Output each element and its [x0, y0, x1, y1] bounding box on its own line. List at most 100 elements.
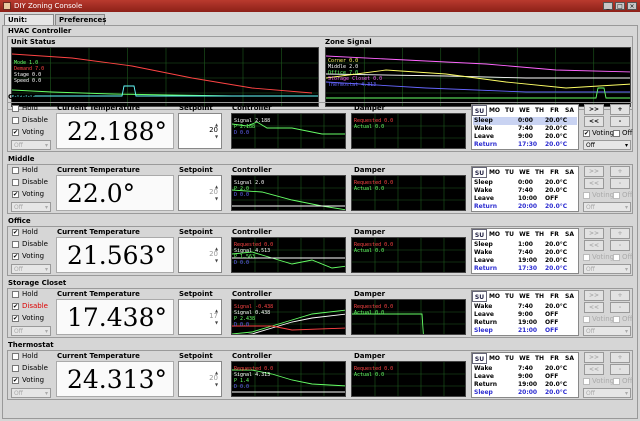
minus-button[interactable]: - — [610, 302, 630, 313]
spinner-up-icon[interactable]: ▲ — [215, 370, 220, 375]
day-tab-su[interactable]: SU — [472, 167, 487, 178]
plus-button[interactable]: + — [610, 352, 630, 363]
day-tab-fr[interactable]: FR — [547, 353, 562, 364]
schedule-row[interactable]: Sleep 1:00 20.0°C — [473, 241, 577, 249]
day-tab-su[interactable]: SU — [472, 229, 487, 240]
schedule-row[interactable]: Sleep 0:00 20.0°C — [473, 117, 577, 125]
minus-button[interactable]: - — [610, 240, 630, 251]
day-tab-th[interactable]: TH — [532, 353, 547, 364]
plus-button[interactable]: + — [610, 228, 630, 239]
schedule-row[interactable]: Wake 7:40 20.0°C — [473, 125, 577, 133]
day-tab-mo[interactable]: MO — [487, 105, 502, 116]
spinner-down-icon[interactable]: ▼ — [215, 382, 220, 387]
setpoint-spinner[interactable]: 20 ▲ ▼ — [178, 175, 222, 211]
plus-button[interactable]: + — [610, 166, 630, 177]
spinner-down-icon[interactable]: ▼ — [215, 134, 220, 139]
day-tab-mo[interactable]: MO — [487, 353, 502, 364]
hold-checkbox[interactable] — [12, 353, 19, 360]
zone-mode-dropdown[interactable]: Off ▾ — [11, 264, 51, 274]
plus-button[interactable]: + — [610, 104, 630, 115]
next-day-button[interactable]: >> — [584, 352, 604, 363]
schedule-row[interactable]: Leave 10:00 OFF — [473, 195, 577, 203]
schedule-row[interactable]: Wake 7:40 20.0°C — [473, 365, 577, 373]
schedule-row[interactable]: Return 19:00 OFF — [473, 319, 577, 327]
day-tab-sa[interactable]: SA — [562, 167, 577, 178]
zone-mode-dropdown[interactable]: Off ▾ — [11, 326, 51, 336]
schedule-row[interactable]: Leave 9:00 20.0°C — [473, 133, 577, 141]
schedule-mode-dropdown[interactable]: Off ▾ — [583, 140, 631, 150]
day-tab-fr[interactable]: FR — [547, 229, 562, 240]
prev-day-button[interactable]: << — [584, 364, 604, 375]
day-tab-th[interactable]: TH — [532, 105, 547, 116]
next-day-button[interactable]: >> — [584, 290, 604, 301]
hold-checkbox[interactable] — [12, 167, 19, 174]
day-tab-tu[interactable]: TU — [502, 353, 517, 364]
schedule-mode-dropdown[interactable]: Off ▾ — [583, 264, 631, 274]
day-tab-we[interactable]: WE — [517, 291, 532, 302]
plus-button[interactable]: + — [610, 290, 630, 301]
day-tab-sa[interactable]: SA — [562, 291, 577, 302]
schedule-row[interactable]: Leave 9:00 OFF — [473, 311, 577, 319]
schedule-voting-checkbox[interactable] — [583, 378, 590, 385]
tab-preferences[interactable]: Preferences — [55, 14, 106, 25]
schedule-row[interactable]: Leave 9:00 OFF — [473, 373, 577, 381]
disable-checkbox[interactable] — [12, 365, 19, 372]
schedule-row[interactable]: Wake 7:40 20.0°C — [473, 303, 577, 311]
spinner-down-icon[interactable]: ▼ — [215, 320, 220, 325]
schedule-row[interactable]: Return 17:30 20.0°C — [473, 141, 577, 149]
disable-checkbox[interactable] — [12, 179, 19, 186]
day-tab-su[interactable]: SU — [472, 105, 487, 116]
next-day-button[interactable]: >> — [584, 104, 604, 115]
disable-checkbox[interactable] — [12, 241, 19, 248]
prev-day-button[interactable]: << — [584, 302, 604, 313]
spinner-up-icon[interactable]: ▲ — [215, 246, 220, 251]
window-titlebar[interactable]: DIY Zoning Console _ □ × — [0, 0, 640, 12]
day-tab-we[interactable]: WE — [517, 167, 532, 178]
schedule-row[interactable]: Return 19:00 20.0°C — [473, 381, 577, 389]
day-tab-fr[interactable]: FR — [547, 167, 562, 178]
setpoint-spinner[interactable]: 17 ▲ ▼ — [178, 299, 222, 335]
spinner-up-icon[interactable]: ▲ — [215, 308, 220, 313]
day-tab-su[interactable]: SU — [472, 353, 487, 364]
voting-checkbox[interactable]: ✔ — [12, 129, 19, 136]
minus-button[interactable]: - — [610, 364, 630, 375]
next-day-button[interactable]: >> — [584, 228, 604, 239]
schedule-mode-dropdown[interactable]: Off ▾ — [583, 326, 631, 336]
day-tab-fr[interactable]: FR — [547, 105, 562, 116]
spinner-down-icon[interactable]: ▼ — [215, 258, 220, 263]
voting-checkbox[interactable]: ✔ — [12, 377, 19, 384]
hold-checkbox[interactable]: ✔ — [12, 229, 19, 236]
setpoint-spinner[interactable]: 20 ▲ ▼ — [178, 361, 222, 397]
close-icon[interactable]: × — [627, 2, 637, 10]
minus-button[interactable]: - — [610, 178, 630, 189]
voting-checkbox[interactable]: ✔ — [12, 315, 19, 322]
day-tab-tu[interactable]: TU — [502, 229, 517, 240]
next-day-button[interactable]: >> — [584, 166, 604, 177]
minus-button[interactable]: - — [610, 116, 630, 127]
day-tab-tu[interactable]: TU — [502, 291, 517, 302]
prev-day-button[interactable]: << — [584, 240, 604, 251]
spinner-up-icon[interactable]: ▲ — [215, 122, 220, 127]
schedule-off-checkbox[interactable] — [613, 130, 620, 137]
day-tab-th[interactable]: TH — [532, 167, 547, 178]
schedule-voting-checkbox[interactable]: ✔ — [583, 130, 590, 137]
schedule-row[interactable]: Leave 19:00 20.0°C — [473, 257, 577, 265]
voting-checkbox[interactable]: ✔ — [12, 253, 19, 260]
day-tab-mo[interactable]: MO — [487, 229, 502, 240]
zone-mode-dropdown[interactable]: Off ▾ — [11, 140, 51, 150]
day-tab-su[interactable]: SU — [472, 291, 487, 302]
day-tab-th[interactable]: TH — [532, 291, 547, 302]
day-tab-sa[interactable]: SA — [562, 105, 577, 116]
disable-checkbox[interactable]: ✔ — [12, 303, 19, 310]
setpoint-spinner[interactable]: 20 ▲ ▼ — [178, 237, 222, 273]
minimize-icon[interactable]: _ — [603, 2, 613, 10]
disable-checkbox[interactable] — [12, 117, 19, 124]
day-tab-mo[interactable]: MO — [487, 291, 502, 302]
spinner-up-icon[interactable]: ▲ — [215, 184, 220, 189]
day-tab-sa[interactable]: SA — [562, 353, 577, 364]
schedule-row[interactable]: Return 17:30 20.0°C — [473, 265, 577, 273]
schedule-voting-checkbox[interactable] — [583, 192, 590, 199]
day-tab-mo[interactable]: MO — [487, 167, 502, 178]
schedule-voting-checkbox[interactable] — [583, 316, 590, 323]
schedule-mode-dropdown[interactable]: Off ▾ — [583, 202, 631, 212]
